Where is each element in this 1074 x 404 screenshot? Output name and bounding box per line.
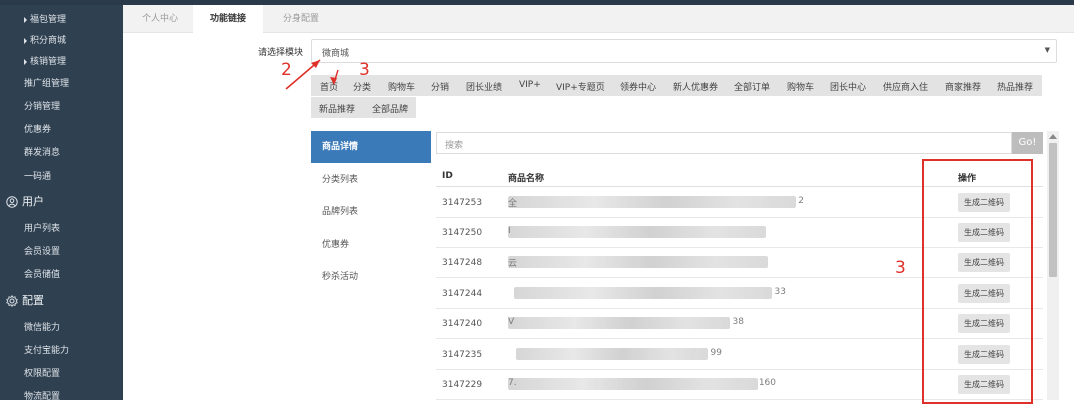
- sidebar-item-points-mall[interactable]: 积分商城: [0, 35, 123, 47]
- scrollbar-thumb[interactable]: [1049, 143, 1057, 277]
- search-go-button[interactable]: Go!: [1012, 132, 1043, 154]
- link-cart-2[interactable]: 购物车: [787, 80, 814, 93]
- row-id: 3147248: [442, 258, 483, 268]
- link-vip-topic[interactable]: VIP+专题页: [556, 80, 605, 93]
- menu-flash-sale[interactable]: 秒杀活动: [311, 261, 431, 293]
- link-coupon-center[interactable]: 领券中心: [620, 80, 656, 93]
- sidebar-item-member-deposit[interactable]: 会员储值: [0, 269, 123, 281]
- sidebar-item-user-list[interactable]: 用户列表: [0, 223, 123, 235]
- sidebar-item-coupon[interactable]: 优惠券: [0, 124, 123, 136]
- row-id: 3147235: [442, 350, 483, 360]
- sidebar-item-distribution[interactable]: 分销管理: [0, 101, 123, 113]
- row-product-name-redacted: 全 2: [508, 196, 804, 209]
- annotation-step-2: 2: [281, 60, 292, 80]
- link-distribution[interactable]: 分销: [431, 80, 449, 93]
- search-placeholder: 搜索: [445, 141, 464, 151]
- menu-category-list[interactable]: 分类列表: [311, 164, 431, 196]
- link-hot-recommend[interactable]: 热品推荐: [997, 80, 1033, 93]
- link-leader-performance[interactable]: 团长业绩: [466, 80, 502, 93]
- tab-function-links[interactable]: 功能链接: [193, 5, 263, 33]
- user-icon: [6, 196, 18, 208]
- row-id: 3147229: [442, 380, 483, 390]
- annotation-highlight-box: [922, 159, 1033, 404]
- search-input[interactable]: 搜索: [436, 132, 1012, 154]
- chevron-down-icon: ▼: [1044, 46, 1050, 54]
- sidebar-item-one-code[interactable]: 一码通: [0, 171, 123, 183]
- row-product-name-redacted: V 38: [508, 317, 744, 329]
- sidebar-item-mass-message[interactable]: 群发消息: [0, 147, 123, 159]
- annotation-step-3-top: 3: [359, 60, 370, 80]
- row-product-name-redacted: 云: [508, 256, 768, 269]
- scrollbar[interactable]: [1047, 131, 1059, 400]
- menu-brand-list[interactable]: 品牌列表: [311, 196, 431, 228]
- menu-coupon[interactable]: 优惠券: [311, 229, 431, 261]
- link-leader-center[interactable]: 团长中心: [830, 80, 866, 93]
- link-supplier-join[interactable]: 供应商入住: [883, 80, 928, 93]
- row-id: 3147244: [442, 289, 483, 299]
- row-id: 3147240: [442, 319, 483, 329]
- sidebar-group-user[interactable]: 用户: [0, 196, 123, 208]
- tab-personal-center[interactable]: 个人中心: [131, 5, 189, 33]
- module-select[interactable]: 微商城 ▼: [311, 39, 1057, 63]
- link-merchant-recommend[interactable]: 商家推荐: [945, 80, 981, 93]
- sidebar-item-wechat[interactable]: 微信能力: [0, 322, 123, 334]
- tab-bar: 个人中心 功能链接 分身配置: [123, 5, 1074, 33]
- caret-right-icon: [24, 58, 27, 65]
- row-product-name-redacted: 99: [516, 348, 722, 360]
- sidebar-item-verification[interactable]: 核销管理: [0, 56, 123, 68]
- row-id: 3147250: [442, 228, 483, 238]
- sidebar-item-member-settings[interactable]: 会员设置: [0, 246, 123, 258]
- sidebar-item-promo-group[interactable]: 推广组管理: [0, 78, 123, 90]
- sidebar-item-logistics[interactable]: 物流配置: [0, 391, 123, 403]
- annotation-arrows: [285, 59, 339, 90]
- caret-right-icon: [24, 16, 27, 23]
- menu-product-detail[interactable]: 商品详情: [311, 131, 431, 163]
- link-all-orders[interactable]: 全部订单: [734, 80, 770, 93]
- row-product-name-redacted: 7. 160: [508, 378, 776, 390]
- gear-icon: [6, 295, 18, 307]
- link-cart[interactable]: 购物车: [388, 80, 415, 93]
- caret-right-icon: [24, 37, 27, 44]
- link-vip[interactable]: VIP+: [519, 80, 541, 90]
- row-product-name-redacted: I: [508, 226, 766, 238]
- link-bar-row2: 新品推荐 全部品牌: [311, 97, 416, 118]
- sidebar: 福包管理 积分商城 核销管理 推广组管理 分销管理 优惠券 群发消息 一码通 用…: [0, 5, 123, 403]
- header-product-name: 商品名称: [508, 174, 545, 184]
- sidebar-item-alipay[interactable]: 支付宝能力: [0, 345, 123, 357]
- scroll-up-arrow-icon[interactable]: [1049, 134, 1057, 139]
- sidebar-item-fubao[interactable]: 福包管理: [0, 14, 123, 26]
- sidebar-item-permissions[interactable]: 权限配置: [0, 368, 123, 380]
- row-id: 3147253: [442, 198, 483, 208]
- sidebar-group-config[interactable]: 配置: [0, 295, 123, 307]
- row-product-name-redacted: 33: [514, 287, 786, 299]
- tab-clone-config[interactable]: 分身配置: [271, 5, 331, 33]
- link-newbie-coupon[interactable]: 新人优惠券: [673, 80, 718, 93]
- link-new-recommend[interactable]: 新品推荐: [319, 102, 355, 115]
- link-bar-row1: 首页 分类 购物车 分销 团长业绩 VIP+ VIP+专题页 领券中心 新人优惠…: [311, 75, 1042, 96]
- link-all-brands[interactable]: 全部品牌: [372, 102, 408, 115]
- header-id: ID: [442, 171, 453, 181]
